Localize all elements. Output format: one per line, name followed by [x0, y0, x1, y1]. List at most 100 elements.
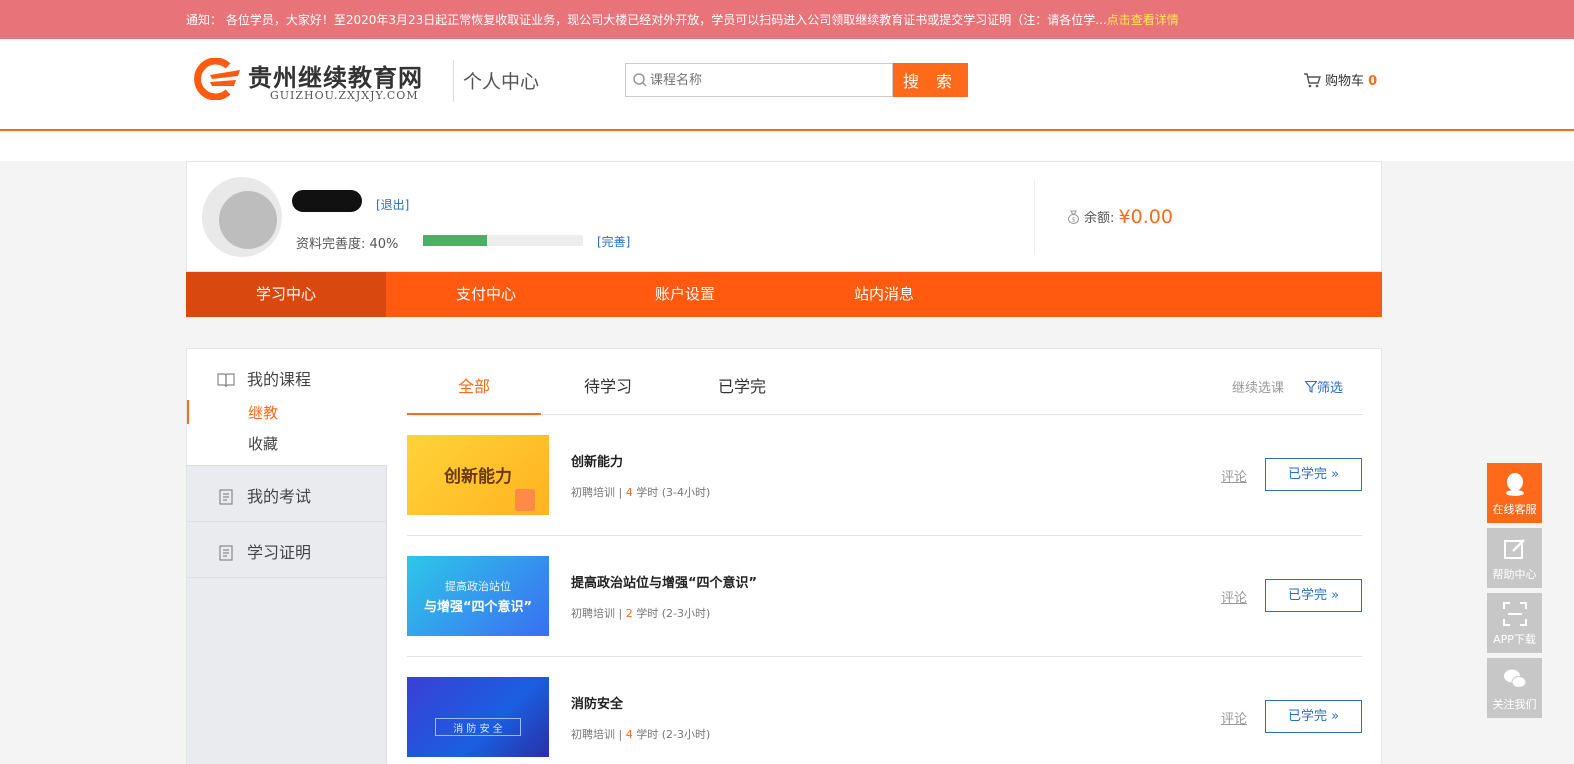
username-redacted [292, 190, 362, 212]
sidebar-item-continuing-ed[interactable]: 继教 [248, 402, 278, 423]
site-logo[interactable]: 贵州继续教育网 GUIZHOU.ZXJXJY.COM [190, 56, 450, 104]
complete-profile-link[interactable]: [完善] [597, 233, 630, 250]
search-button[interactable]: 搜 索 [893, 63, 968, 97]
course-meta: 初聘培训 | 4 学时 (2-3小时) [571, 726, 710, 742]
comment-link[interactable]: 评论 [1221, 708, 1247, 727]
filter-label: 筛选 [1316, 381, 1343, 396]
section-title: 个人中心 [463, 71, 540, 93]
chevron-down-icon: » [1331, 588, 1340, 603]
notice-bar: 通知： 各位学员，大家好！至2020年3月23日起正常恢复收取证业务，现公司大楼… [0, 0, 1574, 39]
nav-learning-center[interactable]: 学习中心 [186, 272, 386, 317]
status-dropdown-button[interactable]: 已学完 » [1265, 700, 1362, 733]
qq-icon [1505, 473, 1524, 496]
course-title[interactable]: 提高政治站位与增强“四个意识” [571, 572, 757, 591]
edit-icon [1503, 539, 1525, 559]
sidebar-head-my-exams: 我的考试 [217, 483, 311, 507]
sidebar-item-favorites[interactable]: 收藏 [248, 433, 278, 454]
filter-button[interactable]: 筛选 [1304, 377, 1343, 396]
status-label: 已学完 [1287, 588, 1327, 603]
wechat-icon [1503, 669, 1526, 688]
sidebar-label-my-courses: 我的课程 [247, 370, 312, 389]
notice-prefix: 通知： [186, 13, 223, 27]
completeness-progress-fill [423, 235, 487, 246]
course-thumbnail[interactable]: 消 防 安 全 [407, 677, 549, 757]
exam-icon [219, 489, 233, 505]
completeness-label: 资料完善度: 40% [296, 237, 399, 252]
tab-all[interactable]: 全部 [407, 373, 541, 415]
nav-site-messages[interactable]: 站内消息 [784, 272, 984, 317]
status-dropdown-button[interactable]: 已学完 » [1265, 458, 1362, 491]
course-thumbnail-line1: 提高政治站位 [445, 580, 511, 593]
cart-label: 购物车 [1325, 74, 1365, 89]
course-category: 初聘培训 [571, 607, 615, 620]
logout-link[interactable]: [退出] [376, 196, 409, 213]
avatar-placeholder-icon [219, 191, 277, 249]
course-duration: (3-4小时) [661, 486, 711, 499]
cart-link[interactable]: 购物车 0 [1303, 70, 1377, 89]
filter-icon [1304, 381, 1317, 393]
profile-divider [1034, 179, 1035, 255]
course-hours-unit: 学时 [636, 486, 659, 499]
profile-card: [退出] 资料完善度: 40% [完善] $ 余额: ¥0.00 [186, 161, 1382, 272]
balance: $ 余额: ¥0.00 [1067, 206, 1173, 228]
money-bag-icon: $ [1068, 210, 1079, 224]
course-category: 初聘培训 [571, 728, 615, 741]
course-duration: (2-3小时) [661, 607, 711, 620]
chevron-down-icon: » [1331, 709, 1340, 724]
sidebar-label-certificates: 学习证明 [247, 543, 312, 562]
status-dropdown-button[interactable]: 已学完 » [1265, 579, 1362, 612]
course-title[interactable]: 创新能力 [571, 451, 623, 470]
app-download-button[interactable]: APP下载 [1487, 593, 1542, 653]
sidebar-item-certificates[interactable]: 学习证明 [187, 522, 387, 578]
notice-details-link[interactable]: 点击查看详情 [1107, 13, 1179, 27]
meta-separator: | [618, 607, 623, 620]
course-title[interactable]: 消防安全 [571, 693, 623, 712]
meta-separator: | [618, 728, 623, 741]
continue-selecting-link[interactable]: 继续选课 [1232, 377, 1284, 396]
follow-us-button[interactable]: 关注我们 [1487, 658, 1542, 718]
sidebar-my-courses: 我的课程 继教 收藏 [187, 349, 387, 466]
float-label-app: APP下载 [1493, 633, 1536, 646]
course-hours: 4 [625, 486, 633, 499]
online-service-button[interactable]: 在线客服 [1487, 463, 1542, 523]
course-item: 提高政治站位 与增强“四个意识” 提高政治站位与增强“四个意识” 初聘培训 | … [407, 536, 1363, 657]
course-meta: 初聘培训 | 4 学时 (3-4小时) [571, 484, 710, 500]
tab-pending[interactable]: 待学习 [541, 373, 675, 415]
notice-text: 通知： 各位学员，大家好！至2020年3月23日起正常恢复收取证业务，现公司大楼… [186, 11, 1179, 28]
document-icon [515, 489, 535, 511]
course-thumbnail-text: 创新能力 [444, 467, 512, 487]
certificate-icon [219, 545, 233, 561]
book-icon [217, 373, 235, 388]
comment-link[interactable]: 评论 [1221, 466, 1247, 485]
cart-count: 0 [1368, 74, 1378, 89]
svg-text:$: $ [1072, 217, 1076, 224]
course-thumbnail[interactable]: 提高政治站位 与增强“四个意识” [407, 556, 549, 636]
search-bar: 搜 索 [625, 63, 968, 97]
search-input[interactable] [650, 66, 888, 94]
cart-icon [1304, 73, 1321, 88]
search-icon [633, 73, 647, 87]
tab-completed[interactable]: 已学完 [675, 373, 809, 415]
course-hours-unit: 学时 [636, 728, 659, 741]
course-item: 消 防 安 全 消防安全 初聘培训 | 4 学时 (2-3小时) 评论 已学完 … [407, 657, 1363, 764]
meta-separator: | [618, 486, 623, 499]
nav-payment-center[interactable]: 支付中心 [386, 272, 586, 317]
help-center-button[interactable]: 帮助中心 [1487, 528, 1542, 588]
course-thumbnail[interactable]: 创新能力 [407, 435, 549, 515]
course-hours: 2 [625, 607, 633, 620]
avatar[interactable] [202, 177, 282, 257]
course-thumbnail-text: 消 防 安 全 [453, 724, 503, 735]
status-label: 已学完 [1287, 467, 1327, 482]
nav-account-settings[interactable]: 账户设置 [585, 272, 785, 317]
sidebar-item-my-courses[interactable]: 我的课程 [217, 366, 311, 390]
sidebar: 我的课程 继教 收藏 我的考试 学习证明 [187, 349, 387, 764]
scan-icon [1502, 602, 1527, 626]
course-meta: 初聘培训 | 2 学时 (2-3小时) [571, 605, 710, 621]
course-thumbnail-line2: 与增强“四个意识” [423, 600, 533, 615]
float-label-follow: 关注我们 [1492, 698, 1537, 711]
notice-message: 各位学员，大家好！至2020年3月23日起正常恢复收取证业务，现公司大楼已经对外… [225, 13, 1107, 27]
completeness-progress [423, 235, 583, 246]
sidebar-item-my-exams[interactable]: 我的考试 [187, 466, 387, 522]
sidebar-head-certificates: 学习证明 [217, 539, 311, 563]
comment-link[interactable]: 评论 [1221, 587, 1247, 606]
